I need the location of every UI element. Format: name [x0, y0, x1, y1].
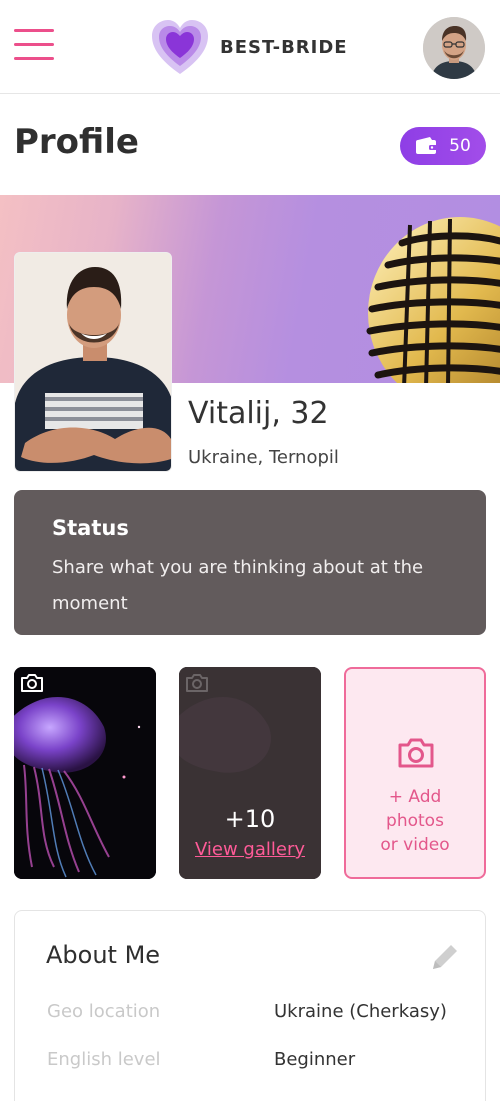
about-me-card: About Me Geo location Ukraine (Cherkasy)… [14, 910, 486, 1101]
brand-name: BEST-BRIDE [220, 36, 348, 58]
status-text: Share what you are thinking about at the… [52, 557, 424, 614]
add-media-button[interactable]: + Add photos or video [344, 667, 486, 879]
heart-logo-icon [152, 20, 208, 74]
pencil-edit-icon[interactable] [429, 941, 461, 973]
status-title: Status [52, 516, 129, 540]
hamburger-menu-icon[interactable] [14, 29, 56, 63]
gallery-photo-1[interactable] [14, 667, 156, 879]
coins-count: 50 [449, 136, 471, 156]
microphone-image [366, 217, 500, 383]
wallet-icon [416, 137, 439, 154]
profile-name-age: Vitalij, 32 [188, 396, 329, 431]
coins-balance-badge[interactable]: 50 [400, 127, 486, 165]
geo-location-value: Ukraine (Cherkasy) [274, 1001, 447, 1022]
camera-icon [186, 674, 208, 692]
camera-icon [21, 674, 43, 692]
gallery-more-tile[interactable]: +10 View gallery [179, 667, 321, 879]
profile-photo[interactable] [14, 252, 172, 472]
page-title: Profile [14, 122, 139, 162]
status-card[interactable]: Status Share what you are thinking about… [14, 490, 486, 635]
about-me-title: About Me [46, 941, 161, 969]
profile-location: Ukraine, Ternopil [188, 447, 339, 468]
view-gallery-link[interactable]: View gallery [179, 839, 321, 860]
app-header: BEST-BRIDE [0, 0, 500, 94]
user-avatar[interactable] [423, 17, 485, 79]
english-level-value: Beginner [274, 1049, 356, 1070]
add-media-label: + Add photos or video [380, 787, 450, 855]
camera-add-icon [398, 738, 434, 768]
english-level-label: English level [47, 1049, 161, 1070]
gallery-more-count: +10 [224, 805, 276, 833]
brand-logo[interactable]: BEST-BRIDE [150, 18, 348, 76]
geo-location-label: Geo location [47, 1001, 161, 1022]
